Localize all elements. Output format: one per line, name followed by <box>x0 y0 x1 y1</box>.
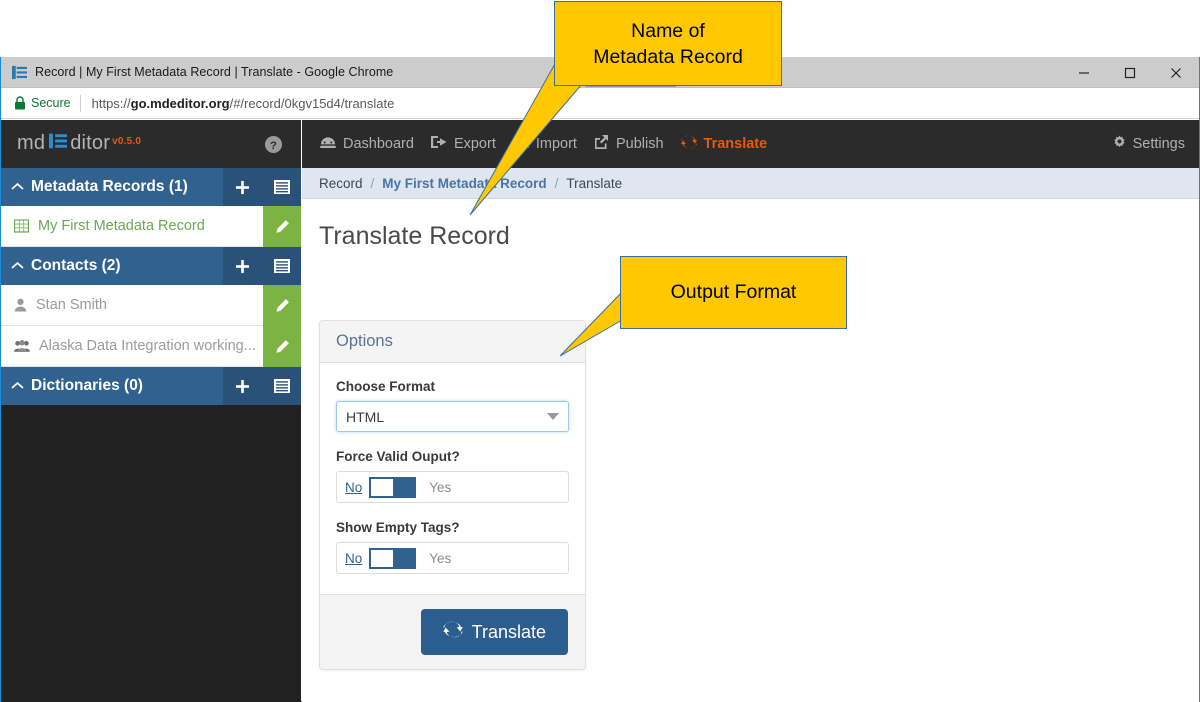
callout-text: Output Format <box>670 281 797 303</box>
callout-name-of-metadata-record: Name of Metadata Record <box>554 1 782 86</box>
callout-tail-name-of-record <box>469 59 677 357</box>
callout-line-2: Metadata Record <box>593 45 743 68</box>
callout-line-1: Name of <box>631 19 705 42</box>
callout-output-format: Output Format <box>620 256 847 329</box>
